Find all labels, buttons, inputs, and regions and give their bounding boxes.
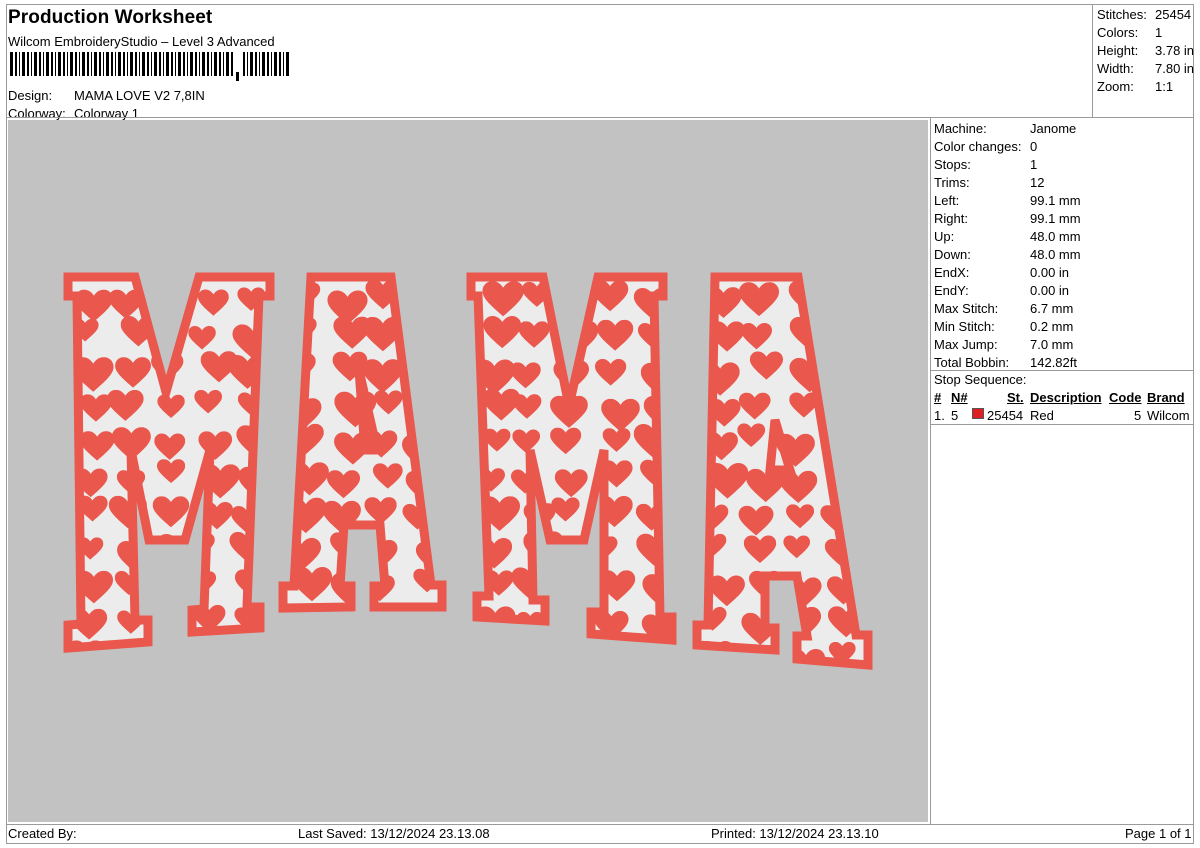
barcode-image (10, 52, 289, 81)
info-label: Min Stitch: (934, 319, 995, 334)
stop-row-stitches: 25454 (987, 408, 1024, 423)
summary-box: Stitches: 25454 Colors: 1 Height: 3.78 i… (1092, 4, 1194, 118)
stop-table-divider (931, 424, 1194, 425)
info-label: Total Bobbin: (934, 355, 1010, 370)
colorway-value: Colorway 1 (74, 106, 140, 121)
col-header-number: # (934, 390, 942, 405)
stop-row-needle: 5 (951, 408, 959, 423)
footer-page-number: Page 1 of 1 (1125, 826, 1192, 841)
col-header-brand: Brand (1147, 390, 1185, 405)
info-label: Down: (934, 247, 971, 262)
height-label: Height: (1097, 43, 1139, 58)
info-row: Machine: Janome (934, 121, 1192, 139)
info-row: Right: 99.1 mm (934, 211, 1192, 229)
info-value: 99.1 mm (1030, 211, 1081, 226)
embroidery-design-image (63, 272, 873, 670)
software-name: Wilcom EmbroideryStudio – Level 3 Advanc… (8, 34, 275, 49)
info-value: 142.82ft (1030, 355, 1077, 370)
design-value: MAMA LOVE V2 7,8IN (74, 88, 205, 103)
info-value: 48.0 mm (1030, 229, 1081, 244)
info-value: 0.00 in (1030, 265, 1070, 280)
stitches-value: 25454 (1155, 7, 1192, 22)
info-row: Color changes: 0 (934, 139, 1192, 157)
machine-info-panel: Machine: Janome Color changes: 0 Stops: 1 Trim… (930, 118, 1194, 824)
info-row: Up: 48.0 mm (934, 229, 1192, 247)
info-label: EndY: (934, 283, 969, 298)
info-row: Left: 99.1 mm (934, 193, 1192, 211)
design-preview (8, 120, 928, 822)
worksheet-header: Production Worksheet Wilcom EmbroiderySt… (6, 4, 1092, 121)
thread-color-swatch (972, 408, 984, 419)
stop-row-number: 1. (934, 408, 945, 423)
info-row: Stops: 1 (934, 157, 1192, 175)
stop-sequence-divider (931, 370, 1194, 371)
info-label: Trims: (934, 175, 970, 190)
info-value: 1 (1030, 157, 1038, 172)
info-value: 0 (1030, 139, 1038, 154)
info-label: Color changes: (934, 139, 1022, 154)
info-label: Stops: (934, 157, 971, 172)
footer-printed: Printed: 13/12/2024 23.13.10 (711, 826, 879, 841)
info-label: Max Stitch: (934, 301, 999, 316)
info-value: 7.0 mm (1030, 337, 1074, 352)
col-header-description: Description (1030, 390, 1102, 405)
zoom-label: Zoom: (1097, 79, 1134, 94)
info-value: 48.0 mm (1030, 247, 1081, 262)
colors-label: Colors: (1097, 25, 1139, 40)
stop-sequence-title: Stop Sequence: (934, 372, 1027, 387)
zoom-value: 1:1 (1155, 79, 1174, 94)
footer-last-saved: Last Saved: 13/12/2024 23.13.08 (298, 826, 490, 841)
info-label: Machine: (934, 121, 987, 136)
stop-row-description: Red (1030, 408, 1054, 423)
info-label: Left: (934, 193, 960, 208)
stitches-label: Stitches: (1097, 7, 1147, 22)
info-value: 0.00 in (1030, 283, 1070, 298)
info-label: Max Jump: (934, 337, 998, 352)
info-row: Max Stitch: 6.7 mm (934, 301, 1192, 319)
info-row: Max Jump: 7.0 mm (934, 337, 1192, 355)
info-value: 0.2 mm (1030, 319, 1074, 334)
page-title: Production Worksheet (8, 7, 213, 28)
info-row: EndX: 0.00 in (934, 265, 1192, 283)
stop-row-code: 5 (1134, 408, 1142, 423)
info-row: EndY: 0.00 in (934, 283, 1192, 301)
info-row: Trims: 12 (934, 175, 1192, 193)
info-row: Down: 48.0 mm (934, 247, 1192, 265)
width-label: Width: (1097, 61, 1134, 76)
info-label: Right: (934, 211, 968, 226)
info-row: Min Stitch: 0.2 mm (934, 319, 1192, 337)
info-value: 99.1 mm (1030, 193, 1081, 208)
width-value: 7.80 in (1155, 61, 1195, 76)
height-value: 3.78 in (1155, 43, 1195, 58)
footer-created-by: Created By: (8, 826, 77, 841)
info-value: Janome (1030, 121, 1077, 136)
info-label: EndX: (934, 265, 970, 280)
stop-row-brand: Wilcom (1147, 408, 1190, 423)
info-value: 12 (1030, 175, 1045, 190)
colors-value: 1 (1155, 25, 1163, 40)
col-header-code: Code (1109, 390, 1142, 405)
footer-divider (6, 824, 1194, 825)
info-label: Up: (934, 229, 955, 244)
col-header-stitches: St. (1007, 390, 1024, 405)
info-value: 6.7 mm (1030, 301, 1074, 316)
colorway-label: Colorway: (8, 106, 66, 121)
col-header-needle: N# (951, 390, 968, 405)
design-label: Design: (8, 88, 53, 103)
